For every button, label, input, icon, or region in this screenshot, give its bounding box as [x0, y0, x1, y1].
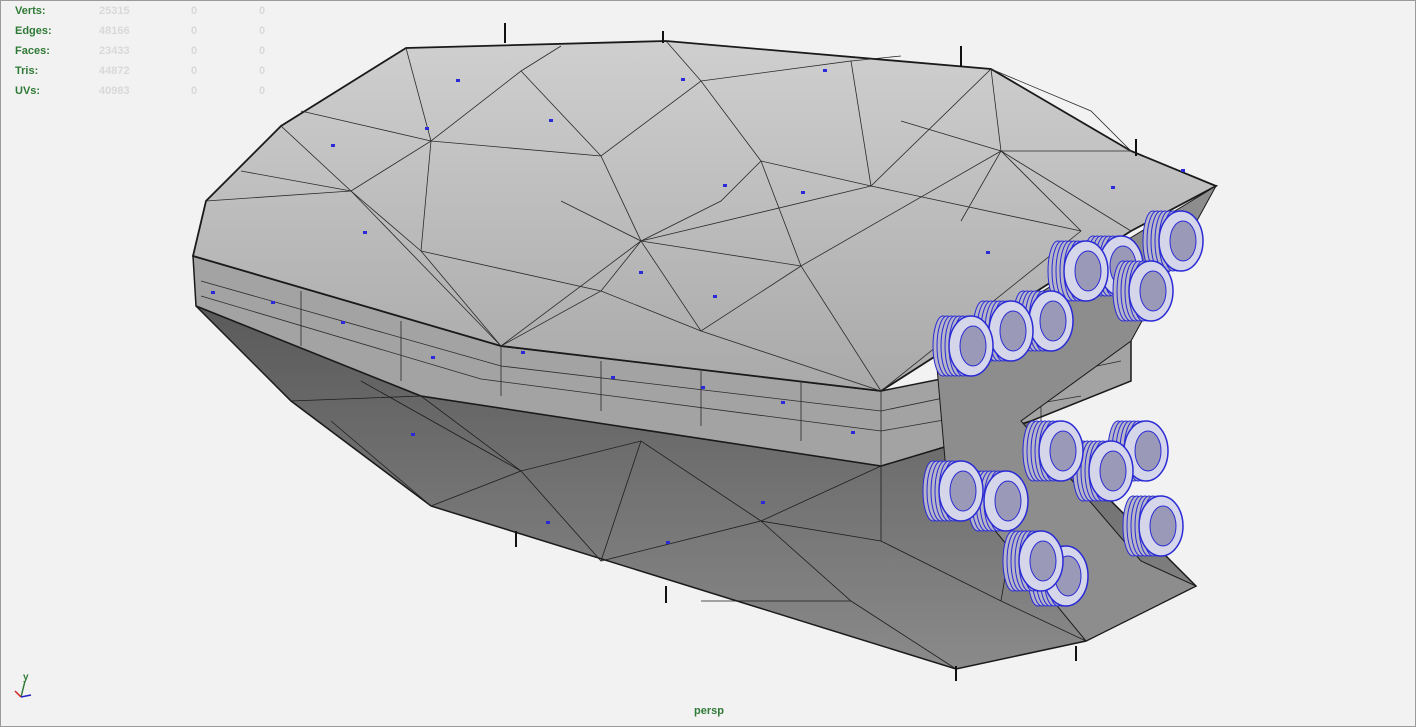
engine-nozzle: [932, 315, 994, 377]
perspective-viewport[interactable]: Verts: 25315 0 0 Edges: 48166 0 0 Faces:…: [0, 0, 1416, 727]
camera-label: persp: [694, 705, 724, 717]
spaceship-mesh[interactable]: [1, 1, 1415, 726]
engine-nozzle: [922, 460, 984, 522]
engine-nozzle: [1122, 495, 1184, 557]
engine-nozzle: [1022, 420, 1084, 482]
engine-nozzle: [1002, 530, 1064, 592]
view-axis-gizmo: y: [14, 672, 32, 698]
axis-y-label: y: [23, 672, 29, 683]
engine-nozzle: [1112, 260, 1174, 322]
